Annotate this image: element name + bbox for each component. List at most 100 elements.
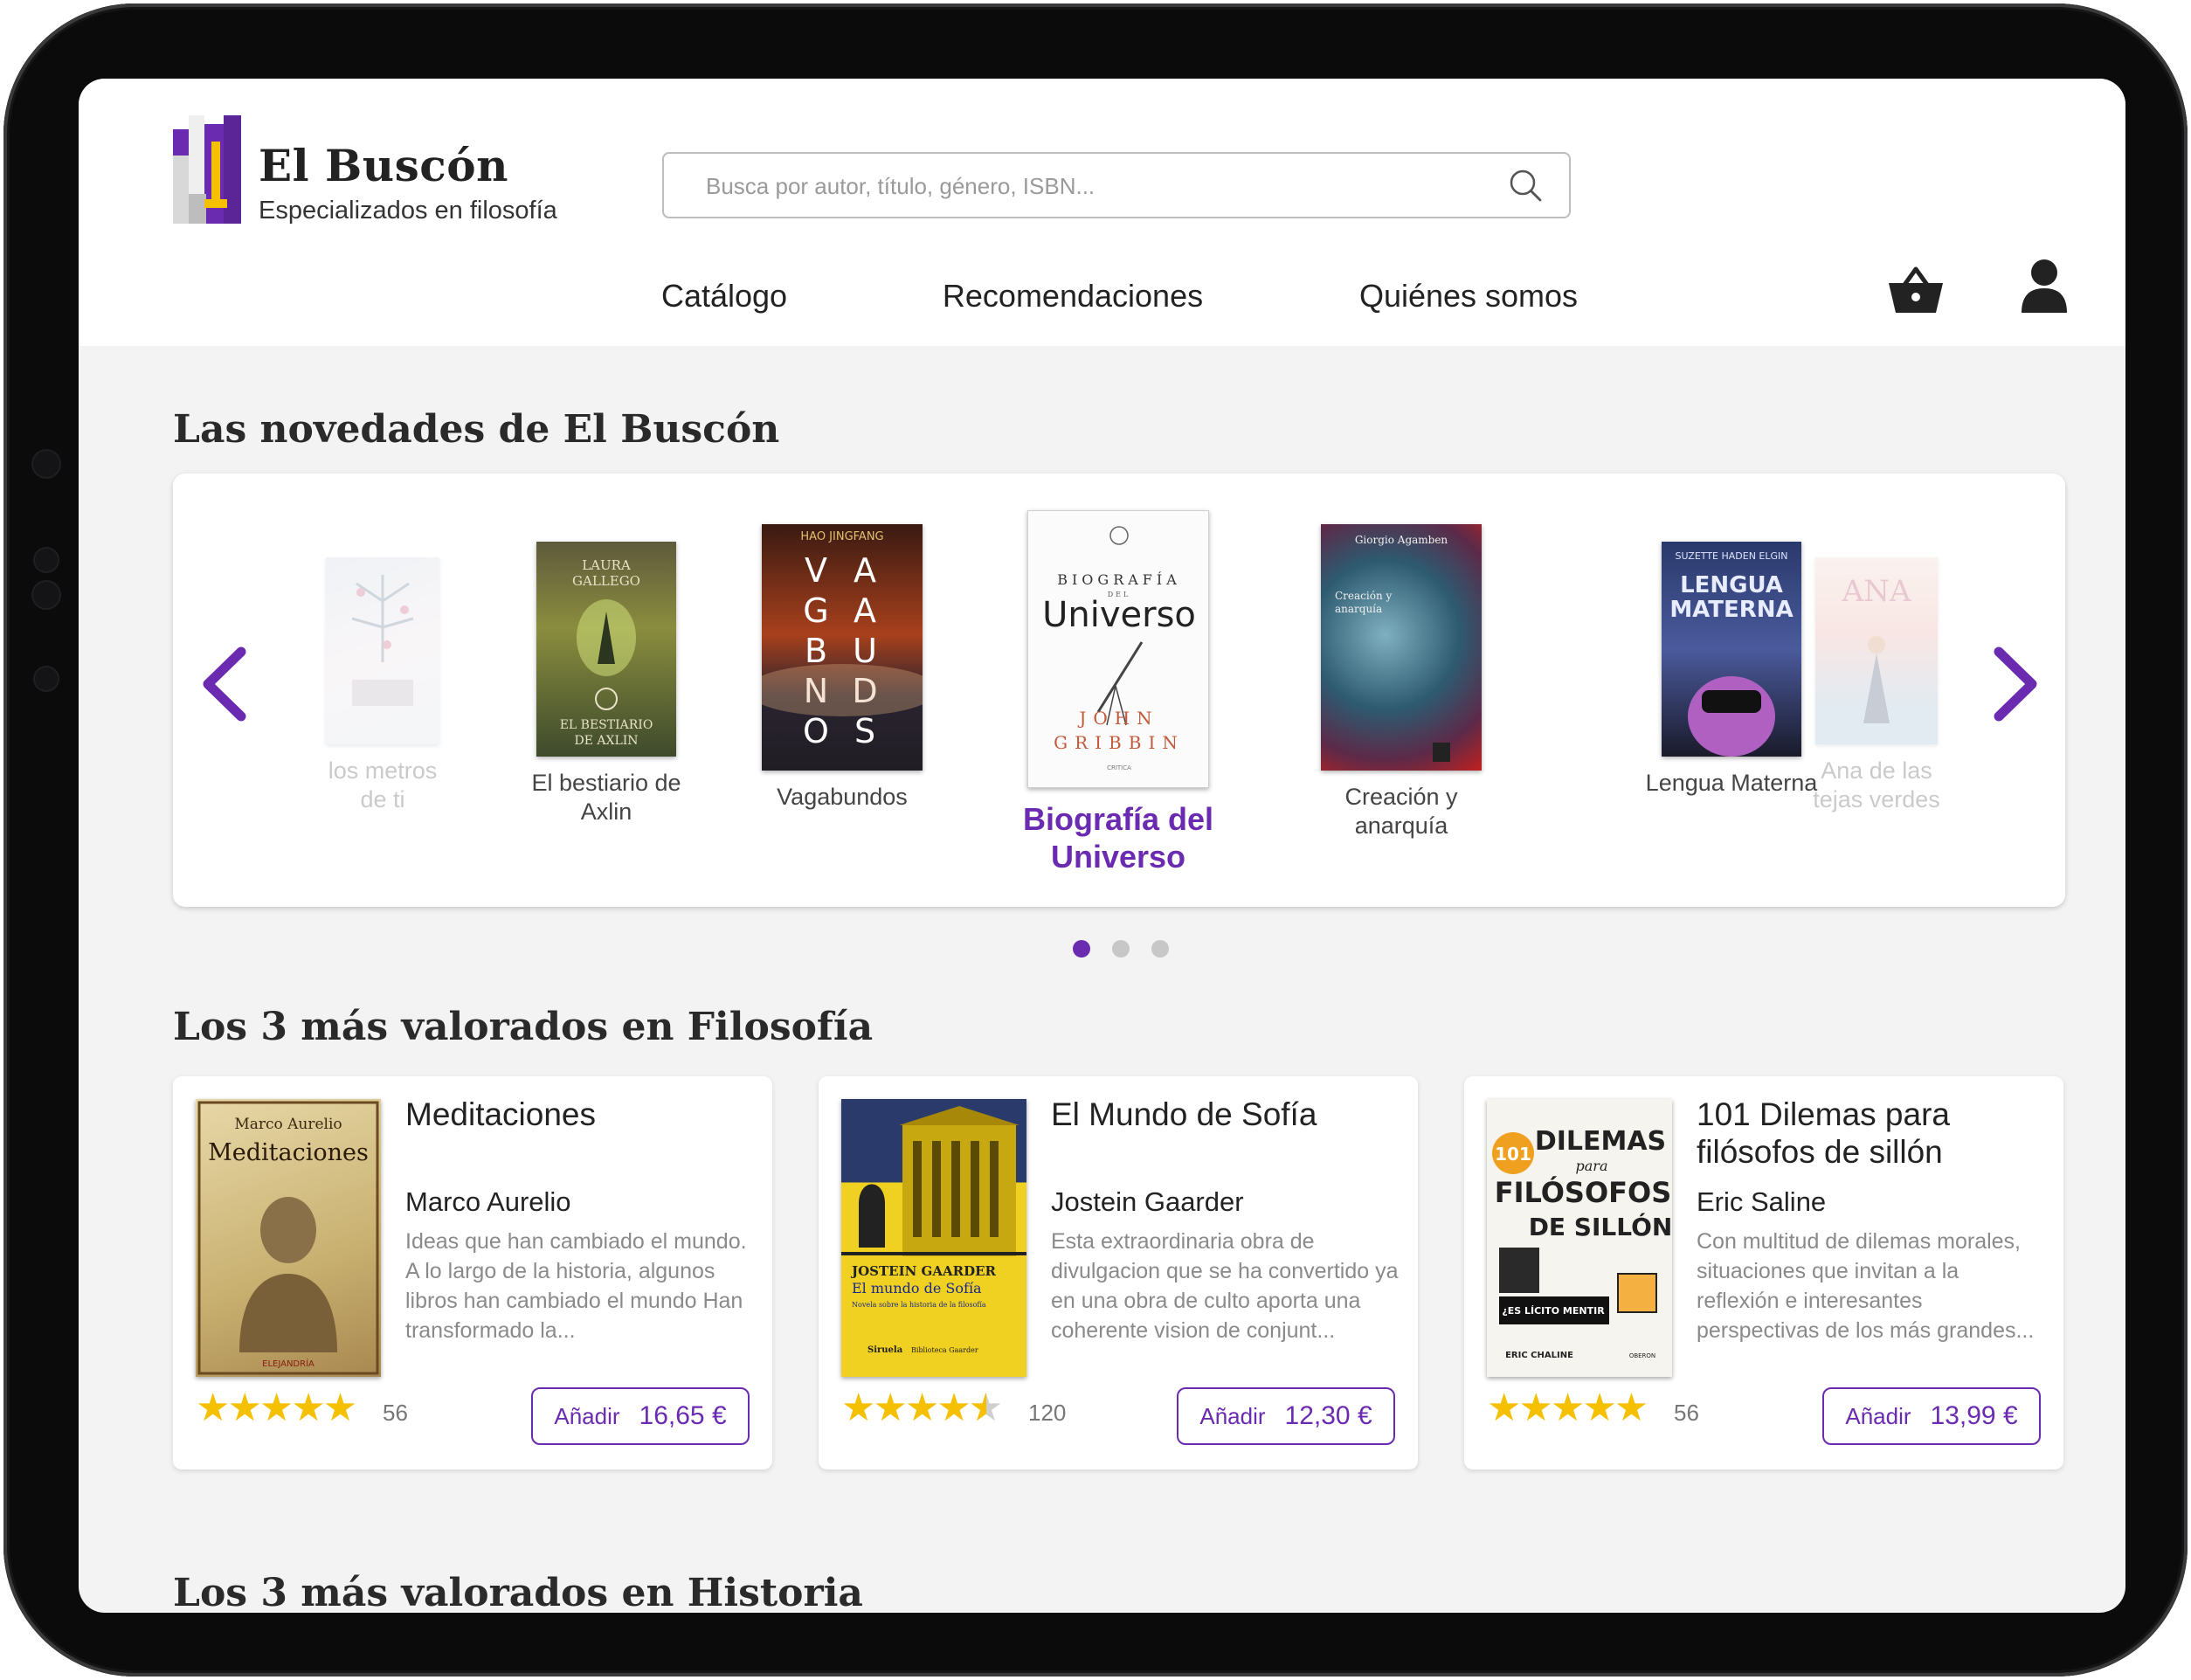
carousel-book-title[interactable]: Biografía del Universo [1018, 800, 1219, 875]
svg-text:A: A [854, 551, 876, 590]
carousel-book-title[interactable]: Ana de las tejas verdes [1802, 757, 1951, 814]
price: 12,30 € [1284, 1401, 1372, 1430]
book-card[interactable]: 101 DILEMAS para FILÓSOFOS DE SILLÓN ¿ES… [1464, 1076, 2063, 1469]
carousel-book[interactable]: Giorgio Agamben Creación y anarquía Crea… [1314, 524, 1489, 840]
svg-text:S: S [854, 712, 875, 750]
svg-text:Giorgio Agamben: Giorgio Agamben [1355, 534, 1448, 546]
brand-tagline: Especializados en filosofía [259, 197, 557, 225]
svg-text:GRIBBIN: GRIBBIN [1054, 732, 1185, 753]
review-count: 56 [383, 1400, 408, 1426]
rating-stars: ★★★★★★ [841, 1386, 1004, 1429]
svg-text:DILEMAS: DILEMAS [1535, 1126, 1666, 1157]
book-cover[interactable] [326, 557, 439, 744]
hardware-button [31, 449, 61, 479]
svg-text:O: O [803, 712, 829, 750]
book-cover[interactable]: JOSTEIN GAARDER El mundo de Sofía Novela… [841, 1099, 1026, 1377]
carousel-book-title[interactable]: El bestiario de Axlin [523, 769, 689, 826]
carousel-book-title[interactable]: Creación y anarquía [1314, 783, 1489, 840]
svg-text:ERIC CHALINE: ERIC CHALINE [1505, 1351, 1573, 1360]
book-cover[interactable]: SUZETTE HADEN ELGIN LENGUA MATERNA [1662, 542, 1801, 757]
carousel-book[interactable]: ANA Ana de las tejas verdes [1802, 557, 1951, 814]
svg-text:101: 101 [1495, 1144, 1531, 1165]
book-cover[interactable]: 101 DILEMAS para FILÓSOFOS DE SILLÓN ¿ES… [1487, 1099, 1672, 1377]
chevron-right-icon[interactable] [1992, 645, 2041, 723]
carousel-book-active[interactable]: BIOGRAFÍA DEL Universo JOHN GRIBBIN CRIT… [1018, 510, 1219, 875]
svg-text:DE SILLÓN: DE SILLÓN [1529, 1212, 1672, 1241]
brand-name[interactable]: El Buscón [259, 140, 508, 191]
search-icon[interactable] [1508, 168, 1543, 203]
svg-text:anarquía: anarquía [1335, 603, 1382, 615]
svg-text:ANA: ANA [1842, 574, 1911, 609]
book-title[interactable]: Meditaciones [405, 1096, 755, 1133]
nav-catalogo[interactable]: Catálogo [661, 278, 787, 315]
review-count: 120 [1028, 1400, 1067, 1426]
search-box[interactable] [662, 152, 1571, 218]
review-count: 56 [1674, 1400, 1699, 1426]
user-icon[interactable] [2020, 259, 2069, 313]
book-cover[interactable]: Marco Aurelio Meditaciones ELEJANDRÍA [196, 1099, 381, 1377]
carousel-book[interactable]: SUZETTE HADEN ELGIN LENGUA MATERNA Lengu… [1644, 542, 1819, 798]
book-card[interactable]: JOSTEIN GAARDER El mundo de Sofía Novela… [819, 1076, 1418, 1469]
book-author[interactable]: Eric Saline [1697, 1186, 1826, 1218]
add-to-cart-button[interactable]: Añadir 16,65 € [531, 1387, 750, 1445]
book-author[interactable]: Marco Aurelio [405, 1186, 571, 1218]
svg-text:Marco Aurelio: Marco Aurelio [234, 1116, 342, 1133]
book-title[interactable]: El Mundo de Sofía [1051, 1096, 1400, 1133]
svg-text:B: B [805, 632, 827, 670]
section-title-novedades: Las novedades de El Buscón [173, 407, 780, 452]
carousel-book-title[interactable]: los metros de ti [317, 757, 448, 814]
svg-text:¿ES LÍCITO MENTIR: ¿ES LÍCITO MENTIR [1502, 1305, 1605, 1317]
svg-text:OBERON: OBERON [1629, 1352, 1655, 1359]
book-card[interactable]: Marco Aurelio Meditaciones ELEJANDRÍA Me… [173, 1076, 772, 1469]
hardware-button [31, 580, 61, 610]
svg-text:JOHN: JOHN [1077, 708, 1158, 729]
nav-recomendaciones[interactable]: Recomendaciones [943, 278, 1203, 315]
svg-text:BIOGRAFÍA: BIOGRAFÍA [1057, 570, 1181, 588]
add-to-cart-button[interactable]: Añadir 12,30 € [1177, 1387, 1395, 1445]
svg-text:LENGUA: LENGUA [1680, 572, 1783, 598]
svg-text:SUZETTE HADEN ELGIN: SUZETTE HADEN ELGIN [1675, 550, 1787, 562]
basket-icon[interactable] [1889, 266, 1943, 315]
carousel-book-title[interactable]: Vagabundos [755, 783, 930, 812]
book-cover[interactable]: BIOGRAFÍA DEL Universo JOHN GRIBBIN CRIT… [1027, 510, 1209, 788]
carousel-book[interactable]: HAO JINGFANG VA GA BU ND OS Vagabundos [755, 524, 930, 812]
section-title-historia: Los 3 más valorados en Historia [173, 1571, 863, 1613]
svg-text:V: V [805, 551, 827, 590]
book-cover[interactable]: HAO JINGFANG VA GA BU ND OS [762, 524, 923, 771]
novedades-carousel: los metros de ti LAURA GALLEGO EL BESTIA… [173, 474, 2065, 907]
rating-stars: ★★★★★ [1487, 1386, 1648, 1429]
book-cover[interactable]: Giorgio Agamben Creación y anarquía [1321, 524, 1482, 771]
search-input[interactable] [704, 154, 1494, 218]
carousel-book[interactable]: los metros de ti [317, 557, 448, 814]
rating-stars: ★★★★★ [196, 1386, 357, 1429]
pagination-dot-3[interactable] [1151, 940, 1169, 958]
svg-text:Siruela: Siruela [867, 1345, 903, 1355]
chevron-left-icon[interactable] [199, 645, 248, 723]
svg-text:G: G [803, 591, 828, 630]
nav-quienes-somos[interactable]: Quiénes somos [1359, 278, 1578, 315]
book-author[interactable]: Jostein Gaarder [1051, 1186, 1244, 1218]
pagination-dot-2[interactable] [1112, 940, 1130, 958]
pagination-dot-1[interactable] [1073, 940, 1090, 958]
svg-text:FILÓSOFOS: FILÓSOFOS [1495, 1175, 1672, 1209]
logo-icon [173, 115, 241, 224]
svg-text:MATERNA: MATERNA [1669, 597, 1793, 623]
book-description: Esta extraordinaria obra de divulgacion … [1051, 1229, 1399, 1343]
svg-text:JOSTEIN GAARDER: JOSTEIN GAARDER [850, 1263, 997, 1279]
price: 13,99 € [1930, 1401, 2018, 1430]
book-title[interactable]: 101 Dilemas para filósofos de sillón [1697, 1096, 2046, 1171]
svg-text:A: A [854, 591, 876, 630]
app-screen: El Buscón Especializados en filosofía Ca… [79, 79, 2125, 1613]
svg-text:Novela sobre la historia de la: Novela sobre la historia de la filosofía [852, 1301, 986, 1309]
svg-text:El mundo de Sofía: El mundo de Sofía [852, 1280, 982, 1296]
add-to-cart-button[interactable]: Añadir 13,99 € [1822, 1387, 2041, 1445]
carousel-book[interactable]: LAURA GALLEGO EL BESTIARIO DE AXLIN El b… [523, 542, 689, 826]
carousel-book-title[interactable]: Lengua Materna [1644, 769, 1819, 798]
book-description: Ideas que han cambiado el mundo. A lo la… [405, 1229, 747, 1343]
svg-text:Universo: Universo [1042, 595, 1196, 635]
hardware-button [33, 666, 59, 692]
book-cover[interactable]: LAURA GALLEGO EL BESTIARIO DE AXLIN [536, 542, 676, 757]
svg-text:para: para [1576, 1158, 1608, 1174]
book-cover[interactable]: ANA [1815, 557, 1938, 744]
add-label: Añadir [554, 1402, 620, 1429]
